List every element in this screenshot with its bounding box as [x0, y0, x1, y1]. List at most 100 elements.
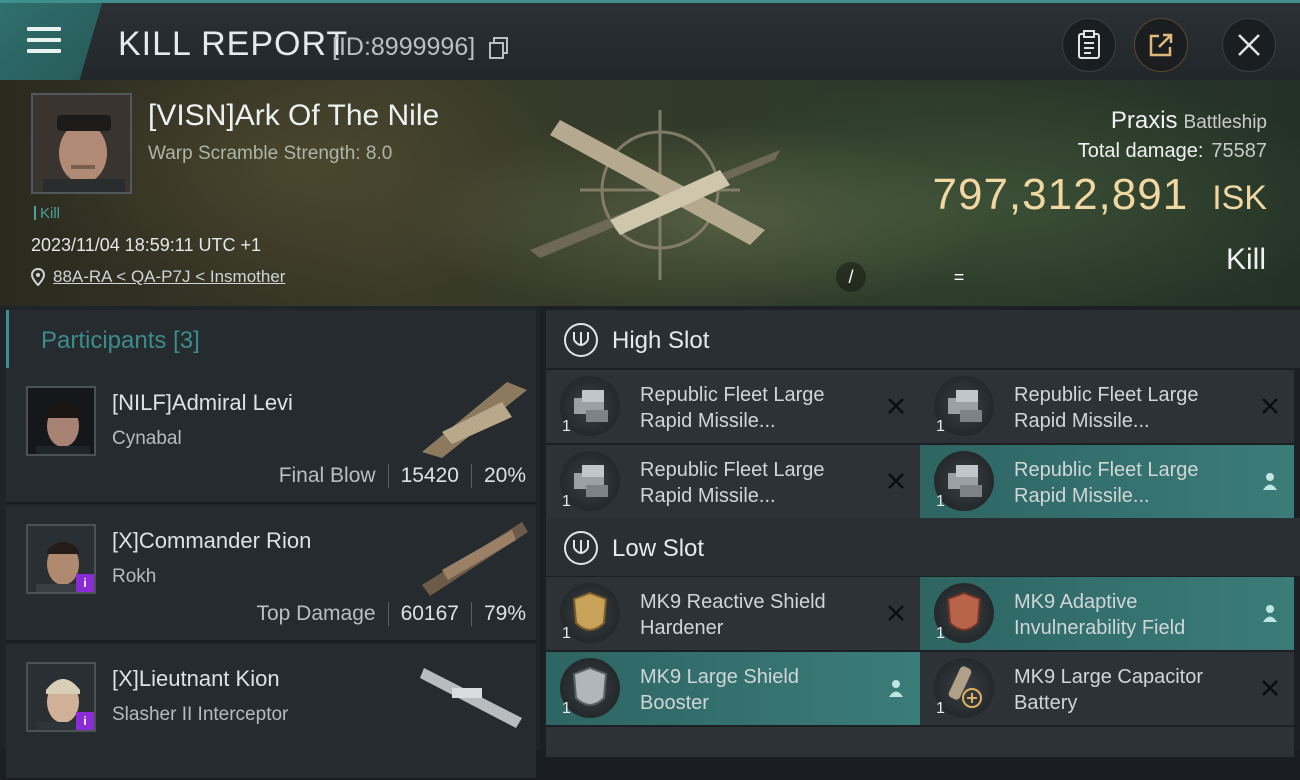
dropped-person-icon: [884, 676, 908, 700]
participants-title: Participants [3]: [41, 327, 200, 354]
participant-role: Final Blow: [278, 464, 376, 487]
module-name: MK9 Reactive Shield Hardener: [640, 589, 880, 641]
high-slot-icon: [564, 323, 598, 357]
victim-ship-render: [530, 110, 780, 280]
module-slot-partial[interactable]: [546, 727, 920, 757]
high-slot-title: High Slot: [612, 327, 710, 354]
location-link[interactable]: 88A-RA < QA-P7J < Insmother: [31, 267, 285, 287]
participant-damage: 60167: [400, 602, 459, 625]
isk-unit: ISK: [1212, 179, 1267, 217]
module-name: MK9 Adaptive Invulnerability Field: [1014, 589, 1254, 641]
participant-stats: Top Damage 60167 79%: [256, 602, 526, 626]
avatar: i: [26, 524, 96, 594]
module-quantity: 1: [562, 700, 571, 717]
victim-ship: Praxis Battleship: [1111, 107, 1267, 135]
module-name-line2: Invulnerability Field: [1014, 617, 1186, 639]
module-quantity: 1: [936, 625, 945, 642]
module-name-line2: Rapid Missile...: [640, 485, 776, 507]
high-slot-header: High Slot: [546, 310, 1300, 368]
close-button[interactable]: [1222, 18, 1276, 72]
dropped-person-icon: [1258, 469, 1282, 493]
total-damage-value: 75587: [1211, 140, 1267, 162]
module-slot[interactable]: 1 MK9 Adaptive Invulnerability Field: [920, 577, 1294, 650]
victim-ship-name: Praxis: [1110, 107, 1178, 134]
module-slot[interactable]: 1 MK9 Large Shield Booster: [546, 652, 920, 725]
total-damage: Total damage: 75587: [1078, 140, 1267, 163]
participant-card[interactable]: i [X]Commander Rion Rokh Top Damage 60167…: [6, 506, 536, 642]
share-icon: [1149, 33, 1173, 57]
module-name-line2: Rapid Missile...: [640, 410, 776, 432]
module-name: MK9 Large Shield Booster: [640, 664, 880, 716]
module-name-line2: Rapid Missile...: [1014, 485, 1150, 507]
info-badge: i: [76, 574, 94, 592]
module-slot-partial[interactable]: [920, 727, 1294, 757]
module-quantity: 1: [936, 418, 945, 435]
participant-stats: Final Blow 15420 20%: [279, 464, 526, 488]
clipboard-icon: [1078, 30, 1100, 59]
participant-ship-image: [422, 522, 528, 596]
clipboard-button[interactable]: [1062, 18, 1116, 72]
location-text: 88A-RA < QA-P7J < Insmother: [53, 267, 286, 286]
participant-name: [NILF]Admiral Levi: [112, 390, 293, 415]
participant-card[interactable]: i [X]Lieutnant Kion Slasher II Intercept…: [6, 644, 536, 780]
module-slot[interactable]: 1 Republic Fleet Large Rapid Missile...: [546, 445, 920, 518]
module-quantity: 1: [936, 493, 945, 510]
participant-damage: 15420: [400, 464, 459, 487]
module-name: MK9 Large Capacitor Battery: [1014, 664, 1254, 716]
destroyed-icon: [884, 601, 908, 625]
module-name-line2: Battery: [1014, 692, 1078, 714]
participants-panel: Participants [3] [NILF]Admiral Levi Cyna…: [0, 306, 540, 780]
kill-tag: Kill: [34, 205, 60, 222]
module-name-line1: Republic Fleet Large: [1014, 459, 1199, 481]
hamburger-icon: [27, 27, 61, 60]
low-slot-header: Low Slot: [546, 518, 1300, 576]
module-quantity: 1: [936, 700, 945, 717]
dropped-person-icon: [1258, 601, 1282, 625]
module-name-line1: Republic Fleet Large: [640, 384, 825, 406]
module-quantity: 1: [562, 493, 571, 510]
victim-name: [VISN]Ark Of The Nile: [148, 99, 440, 132]
destroyed-icon: [1258, 394, 1282, 418]
participant-role: Top Damage: [256, 602, 376, 625]
module-name: Republic Fleet Large Rapid Missile...: [1014, 457, 1254, 509]
module-name-line2: Hardener: [640, 617, 724, 639]
destroyed-icon: [1258, 676, 1282, 700]
report-id: [ID:8999996]: [332, 33, 476, 61]
module-slot[interactable]: 1 Republic Fleet Large Rapid Missile...: [546, 370, 920, 443]
overlay-mark-b: =: [953, 267, 965, 287]
module-name-line1: MK9 Large Shield: [640, 666, 799, 688]
module-name-line2: Rapid Missile...: [1014, 410, 1150, 432]
overlay-mark-a: /: [836, 262, 866, 292]
warp-scramble-strength: Warp Scramble Strength: 8.0: [148, 143, 393, 164]
copy-icon[interactable]: [489, 37, 509, 59]
kill-result: Kill: [1225, 243, 1266, 276]
module-name-line1: MK9 Large Capacitor: [1014, 666, 1203, 688]
module-name-line1: MK9 Reactive Shield: [640, 591, 826, 613]
module-slot[interactable]: 1 MK9 Reactive Shield Hardener: [546, 577, 920, 650]
victim-banner: [VISN]Ark Of The Nile Warp Scramble Stre…: [0, 80, 1300, 306]
low-slot-title: Low Slot: [612, 535, 705, 562]
participant-ship: Cynabal: [112, 428, 182, 449]
close-icon: [1238, 34, 1260, 56]
location-pin-icon: [31, 268, 45, 286]
victim-portrait[interactable]: [31, 93, 132, 194]
menu-button[interactable]: [0, 3, 102, 80]
avatar: i: [26, 662, 96, 732]
top-bar: KILL REPORT [ID:8999996]: [0, 0, 1300, 80]
participant-percent: 20%: [483, 464, 526, 487]
total-damage-label: Total damage:: [1077, 140, 1204, 162]
fitting-panel: High Slot 1 Republic Fleet Large Rapid Mi…: [540, 306, 1300, 757]
victim-ship-class: Battleship: [1183, 112, 1267, 133]
module-name: Republic Fleet Large Rapid Missile...: [640, 382, 880, 434]
share-button[interactable]: [1134, 18, 1188, 72]
module-slot[interactable]: 1 Republic Fleet Large Rapid Missile...: [920, 445, 1294, 518]
isk-value: 797,312,891: [932, 170, 1189, 219]
module-name-line1: Republic Fleet Large: [1014, 384, 1199, 406]
page-title: KILL REPORT: [118, 25, 349, 63]
module-slot[interactable]: 1 Republic Fleet Large Rapid Missile...: [920, 370, 1294, 443]
low-slot-icon: [564, 531, 598, 565]
participant-card[interactable]: [NILF]Admiral Levi Cynabal Final Blow 154…: [6, 368, 536, 504]
module-name: Republic Fleet Large Rapid Missile...: [640, 457, 880, 509]
module-slot[interactable]: 1 MK9 Large Capacitor Battery: [920, 652, 1294, 725]
participants-header[interactable]: Participants [3]: [6, 310, 536, 368]
